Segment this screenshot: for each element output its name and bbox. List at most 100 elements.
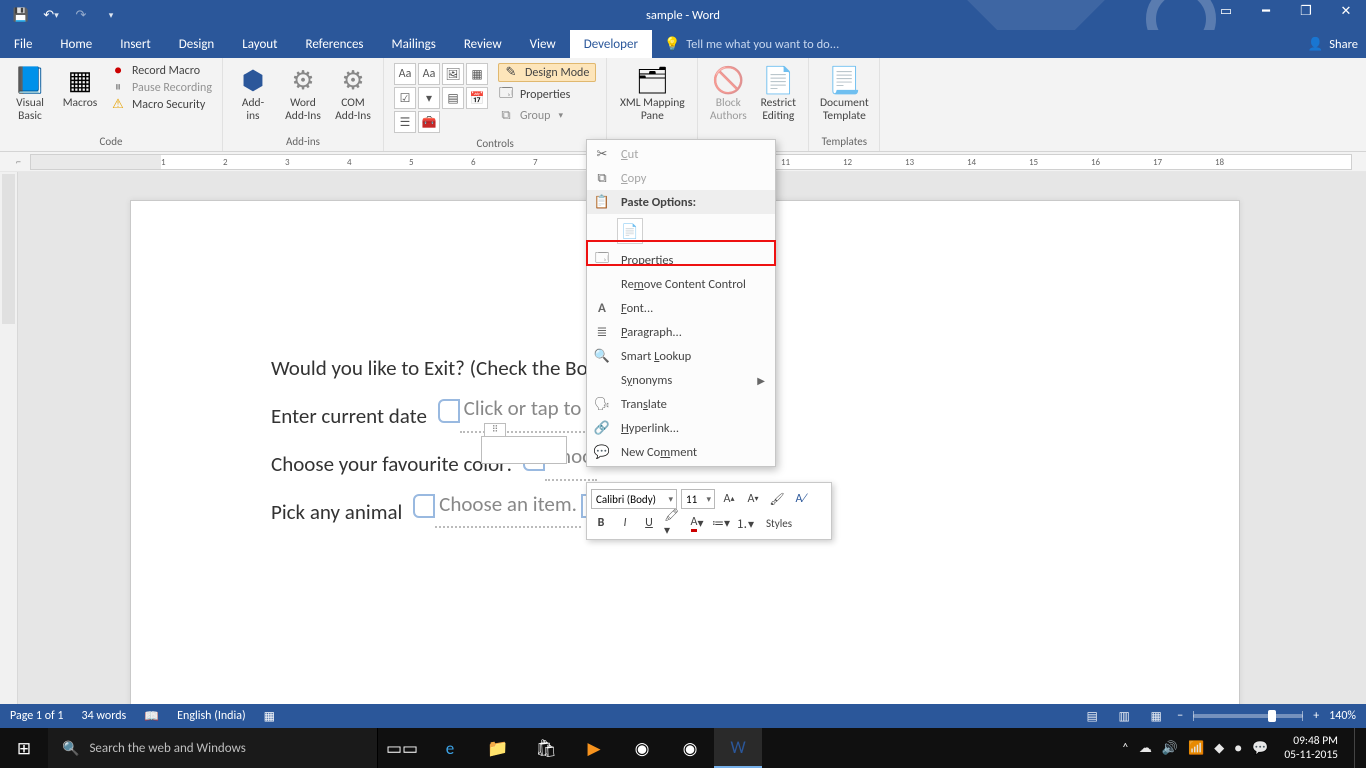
tray-network-icon[interactable]: 📶 — [1188, 741, 1204, 756]
tab-references[interactable]: References — [292, 30, 378, 58]
chrome-icon[interactable]: ◉ — [618, 728, 666, 768]
tray-app-icon-2[interactable]: ● — [1234, 741, 1242, 756]
ctx-font[interactable]: AFont... — [587, 296, 775, 320]
ctx-smart-lookup[interactable]: 🔍Smart Lookup — [587, 344, 775, 368]
addins-button[interactable]: ⬢Add-ins — [229, 61, 277, 123]
date-content-control[interactable]: Click or tap to e — [438, 389, 601, 433]
animal-content-control[interactable]: Choose an item. — [413, 485, 603, 529]
mini-bold-icon[interactable]: B — [591, 513, 611, 533]
doc-line-1[interactable]: Would you like to Exit? (Check the Box — [271, 349, 603, 389]
design-mode-button[interactable]: ✎Design Mode — [498, 63, 596, 82]
restrict-editing-button[interactable]: 📄RestrictEditing — [754, 61, 802, 123]
combo-box-control-icon[interactable]: ▾ — [418, 87, 440, 109]
tell-me-search[interactable]: 💡 Tell me what you want to do... — [652, 30, 839, 58]
rich-text-control-icon[interactable]: Aa — [394, 63, 416, 85]
show-desktop-button[interactable] — [1354, 728, 1360, 768]
status-proofing-icon[interactable]: 📖 — [144, 709, 159, 724]
paste-keep-text-icon[interactable]: 📄 — [617, 218, 643, 244]
tab-file[interactable]: File — [0, 30, 46, 58]
tab-home[interactable]: Home — [46, 30, 106, 58]
close-icon[interactable]: ✕ — [1326, 0, 1366, 22]
tray-action-center-icon[interactable]: 💬 — [1252, 741, 1268, 756]
control-properties-button[interactable]: 🗔Properties — [498, 84, 596, 106]
group-button[interactable]: ⧉Group▾ — [498, 108, 596, 123]
zoom-level[interactable]: 140% — [1329, 709, 1356, 723]
record-macro-button[interactable]: ●Record Macro — [110, 63, 212, 78]
tab-developer[interactable]: Developer — [570, 30, 652, 58]
ribbon-display-options-icon[interactable]: ▭ — [1206, 0, 1246, 22]
mini-styles-button[interactable]: Styles — [759, 513, 799, 533]
taskbar-clock[interactable]: 09:48 PM 05-11-2015 — [1278, 734, 1344, 762]
ctx-synonyms[interactable]: Synonyms▶ — [587, 368, 775, 392]
mini-numbering-icon[interactable]: ⒈▾ — [735, 513, 755, 533]
mini-font-color-icon[interactable]: A▾ — [687, 513, 707, 533]
selection-box[interactable] — [481, 436, 567, 464]
tray-app-icon[interactable]: ◆ — [1214, 741, 1224, 756]
mini-clear-format-icon[interactable]: A⁄ — [791, 489, 811, 509]
tray-onedrive-icon[interactable]: ☁ — [1139, 741, 1152, 756]
ctx-paragraph[interactable]: ≣Paragraph... — [587, 320, 775, 344]
building-block-control-icon[interactable]: ▦ — [466, 63, 488, 85]
checkbox-control-icon[interactable]: ☑ — [394, 87, 416, 109]
ctx-translate[interactable]: 🗣Translate — [587, 392, 775, 416]
undo-icon[interactable]: ↶▾ — [38, 4, 64, 26]
document-template-button[interactable]: 📃DocumentTemplate — [815, 61, 873, 123]
ctx-new-comment[interactable]: 💬New Comment — [587, 440, 775, 464]
tab-insert[interactable]: Insert — [106, 30, 165, 58]
block-authors-button[interactable]: 🚫BlockAuthors — [704, 61, 752, 123]
tab-view[interactable]: View — [516, 30, 570, 58]
status-language[interactable]: English (India) — [177, 709, 245, 723]
zoom-out-icon[interactable]: − — [1177, 709, 1183, 723]
tray-chevron-up-icon[interactable]: ˄ — [1122, 741, 1129, 756]
ctx-remove-content-control[interactable]: Remove Content Control — [587, 272, 775, 296]
edge-icon[interactable]: e — [426, 728, 474, 768]
doc-line-4[interactable]: Pick any animal Choose an item. — [271, 485, 603, 533]
tab-review[interactable]: Review — [450, 30, 516, 58]
chrome-icon-2[interactable]: ◉ — [666, 728, 714, 768]
xml-mapping-pane-button[interactable]: 🗂XML MappingPane — [613, 61, 691, 123]
legacy-tools-icon[interactable]: 🧰 — [418, 111, 440, 133]
mini-increase-font-icon[interactable]: A▴ — [719, 489, 739, 509]
share-button[interactable]: 👤 Share — [1308, 30, 1358, 58]
macro-security-button[interactable]: ⚠Macro Security — [110, 97, 212, 112]
status-words[interactable]: 34 words — [82, 709, 127, 723]
store-icon[interactable]: 🛍 — [522, 728, 570, 768]
mini-format-painter-icon[interactable]: 🖌 — [767, 489, 787, 509]
tab-design[interactable]: Design — [165, 30, 228, 58]
view-web-layout-icon[interactable]: ▦ — [1145, 707, 1167, 725]
status-page[interactable]: Page 1 of 1 — [10, 709, 64, 723]
mini-bullets-icon[interactable]: ≔▾ — [711, 513, 731, 533]
taskbar-search[interactable]: 🔍 Search the web and Windows — [48, 728, 378, 768]
tray-volume-icon[interactable]: 🔊 — [1162, 741, 1178, 756]
date-picker-control-icon[interactable]: 📅 — [466, 87, 488, 109]
tab-mailings[interactable]: Mailings — [378, 30, 450, 58]
mini-highlight-icon[interactable]: 🖍▾ — [663, 513, 683, 533]
mini-decrease-font-icon[interactable]: A▾ — [743, 489, 763, 509]
word-addins-button[interactable]: ⚙WordAdd-Ins — [279, 61, 327, 123]
doc-line-2[interactable]: Enter current date Click or tap to e — [271, 389, 603, 437]
media-player-icon[interactable]: ▶ — [570, 728, 618, 768]
vertical-ruler[interactable] — [0, 172, 18, 720]
save-icon[interactable]: 💾 — [8, 4, 34, 26]
zoom-in-icon[interactable]: + — [1313, 709, 1319, 723]
controls-gallery[interactable]: Aa Aa 🖼 ▦ ☑ ▾ ▤ 📅 ☰ 🧰 — [390, 61, 492, 135]
animal-placeholder[interactable]: Choose an item. — [435, 485, 581, 529]
plain-text-control-icon[interactable]: Aa — [418, 63, 440, 85]
cc-handle-left-icon[interactable] — [413, 494, 435, 518]
redo-icon[interactable]: ↷ — [68, 4, 94, 26]
qat-customize-icon[interactable]: ▾ — [98, 4, 124, 26]
cc-handle-left-icon[interactable] — [438, 399, 460, 423]
file-explorer-icon[interactable]: 📁 — [474, 728, 522, 768]
start-button[interactable]: ⊞ — [0, 728, 48, 768]
minimize-icon[interactable]: ━ — [1246, 0, 1286, 22]
ctx-properties[interactable]: 🗔Properties — [587, 248, 775, 272]
com-addins-button[interactable]: ⚙COMAdd-Ins — [329, 61, 377, 123]
pause-recording-button[interactable]: ⏸Pause Recording — [110, 80, 212, 95]
zoom-slider[interactable] — [1193, 714, 1303, 718]
status-macro-icon[interactable]: ▦ — [264, 709, 275, 724]
visual-basic-button[interactable]: 📘VisualBasic — [6, 61, 54, 123]
mini-underline-icon[interactable]: U — [639, 513, 659, 533]
picture-control-icon[interactable]: 🖼 — [442, 63, 464, 85]
dropdown-control-icon[interactable]: ▤ — [442, 87, 464, 109]
mini-size-selector[interactable]: 11 — [681, 489, 715, 509]
